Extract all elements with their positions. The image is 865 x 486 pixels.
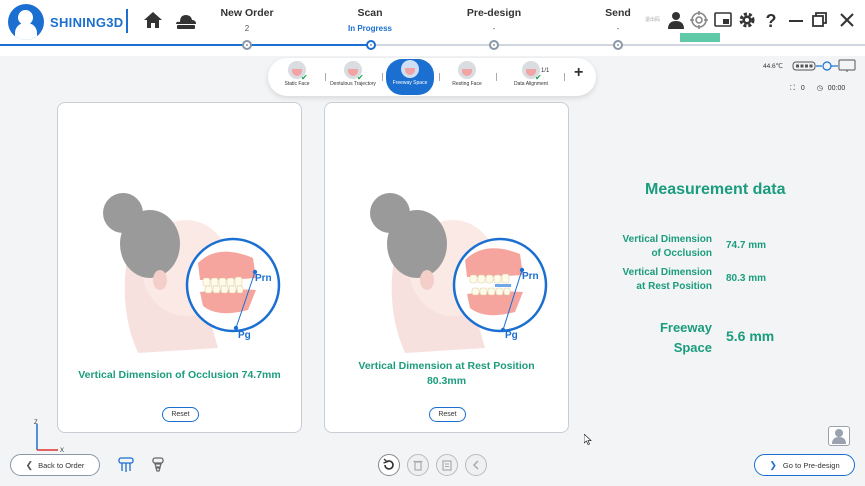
- frame-counter: 0: [800, 85, 805, 92]
- measurement-value: 5.6 mm: [726, 328, 775, 344]
- add-capture-button[interactable]: +: [574, 64, 583, 82]
- clock-icon: ◷: [816, 85, 823, 92]
- occlusion-caption: Vertical Dimension of Occlusion 74.7mm: [78, 369, 281, 381]
- capture-static-face[interactable]: ✔ Static Face: [270, 60, 324, 94]
- user-icon[interactable]: [667, 11, 685, 29]
- restore-icon[interactable]: [811, 11, 829, 29]
- active-indicator: [680, 33, 720, 42]
- measurement-value: 80.3 mm: [726, 273, 767, 284]
- occlusion-reset-button[interactable]: Reset: [162, 407, 199, 422]
- implant-tool-icon[interactable]: [149, 456, 167, 474]
- axis-gizmo-icon: Z X: [34, 420, 64, 454]
- trash-icon: [413, 460, 423, 471]
- target-icon[interactable]: [690, 11, 708, 29]
- check-icon: ✔: [301, 73, 308, 82]
- capture-freeway-space[interactable]: Freeway Space: [386, 59, 434, 95]
- capture-dentulous-trajectory[interactable]: ✔ Dentulous Trajectory: [326, 60, 380, 94]
- session-timer: ⛶ 0 ◷ 00:00: [790, 84, 845, 93]
- toolbar-divider: [564, 73, 565, 81]
- pg-label: Pg: [238, 330, 251, 341]
- axis-z-label: Z: [34, 420, 38, 426]
- edit-icon: [442, 460, 452, 471]
- occlusion-card: Prn Pg Vertical Dimension of Occlusion 7…: [57, 102, 302, 433]
- back-to-order-button[interactable]: ❮ Back to Order: [10, 454, 100, 476]
- prn-label: Prn: [522, 271, 539, 282]
- brand-logo: SHINING3D: [8, 4, 124, 40]
- step-new-order[interactable]: New Order 2: [192, 7, 302, 34]
- help-icon[interactable]: ?: [762, 11, 780, 29]
- mouse-cursor-icon: [584, 434, 592, 445]
- pg-label: Pg: [505, 330, 518, 341]
- chevron-left-icon: [472, 460, 479, 470]
- top-bar: SHINING3D New Order 2 Scan In Progress P…: [0, 0, 865, 56]
- rest-position-card: Prn Pg Vertical Dimension at Rest Positi…: [324, 102, 569, 433]
- chevron-right-icon: ❯: [769, 459, 777, 470]
- logo-icon: [8, 4, 44, 40]
- face-thumb-icon: [458, 61, 476, 79]
- prn-label: Prn: [255, 273, 272, 284]
- step-pre-design[interactable]: Pre-design -: [439, 7, 549, 34]
- measurement-label: Freeway Space: [659, 320, 712, 355]
- go-to-pre-design-button[interactable]: ❯ Go to Pre-design: [754, 454, 855, 476]
- logo-divider: [126, 9, 128, 33]
- device-status-icon: [792, 59, 856, 72]
- chevron-left-icon: ❮: [25, 459, 34, 470]
- minimize-icon[interactable]: [787, 11, 805, 29]
- step-new-order-dot: [242, 40, 252, 50]
- undo-button[interactable]: [378, 454, 400, 476]
- measurement-value: 74.7 mm: [726, 240, 767, 251]
- frame-icon: ⛶: [790, 85, 795, 92]
- step-send-dot: [613, 40, 623, 50]
- workflow-progress: [0, 44, 372, 46]
- toolbar-divider: [496, 73, 497, 81]
- gear-icon[interactable]: [738, 11, 756, 29]
- upper-jaw-tool-icon[interactable]: [117, 456, 135, 474]
- face-thumb-icon: [401, 60, 419, 78]
- svg-text:?: ?: [766, 11, 777, 29]
- measurement-label: Vertical Dimension at Rest Position: [622, 267, 712, 292]
- measurement-row-freeway: Freeway Space 5.6 mm: [600, 318, 840, 358]
- rest-position-value: 80.3mm: [426, 375, 467, 387]
- occlusion-illustration: [103, 193, 281, 353]
- avatar-panel-button[interactable]: [828, 426, 850, 446]
- previous-button[interactable]: [465, 454, 487, 476]
- step-scan-dot: [366, 40, 376, 50]
- measurement-title: Measurement data: [645, 181, 786, 198]
- screenshot-icon[interactable]: [714, 11, 732, 29]
- home-icon[interactable]: [142, 9, 164, 31]
- step-scan[interactable]: Scan In Progress: [315, 7, 425, 34]
- rest-position-reset-button[interactable]: Reset: [429, 407, 466, 422]
- temperature-readout: 44.6℃: [763, 63, 783, 70]
- person-icon: [832, 429, 846, 444]
- delete-button[interactable]: [407, 454, 429, 476]
- measurement-row-rest: Vertical Dimension at Rest Position 80.3…: [600, 266, 840, 296]
- rest-position-illustration: [370, 193, 548, 353]
- capture-resting-face[interactable]: Resting Face: [440, 60, 494, 94]
- check-icon: ✔: [535, 73, 542, 82]
- step-pre-design-dot: [489, 40, 499, 50]
- capture-data-alignment[interactable]: ✔ Data Alignment: [504, 60, 558, 94]
- undo-icon: [383, 458, 394, 470]
- close-icon[interactable]: [838, 11, 856, 29]
- brand-name: SHINING3D: [50, 14, 124, 30]
- toolbar-divider: [382, 73, 383, 81]
- header-tiny-label: 退出码: [645, 17, 661, 23]
- measurement-row-occlusion: Vertical Dimension of Occlusion 74.7 mm: [600, 233, 840, 263]
- rest-position-caption: Vertical Dimension at Rest Position: [358, 360, 535, 372]
- measurement-label: Vertical Dimension of Occlusion: [622, 234, 712, 259]
- alignment-count: 1/1: [541, 68, 550, 74]
- check-icon: ✔: [357, 73, 364, 82]
- edit-button[interactable]: [436, 454, 458, 476]
- capture-toolbar: ✔ Static Face ✔ Dentulous Trajectory Fre…: [268, 58, 596, 96]
- elapsed-time: 00:00: [827, 85, 846, 92]
